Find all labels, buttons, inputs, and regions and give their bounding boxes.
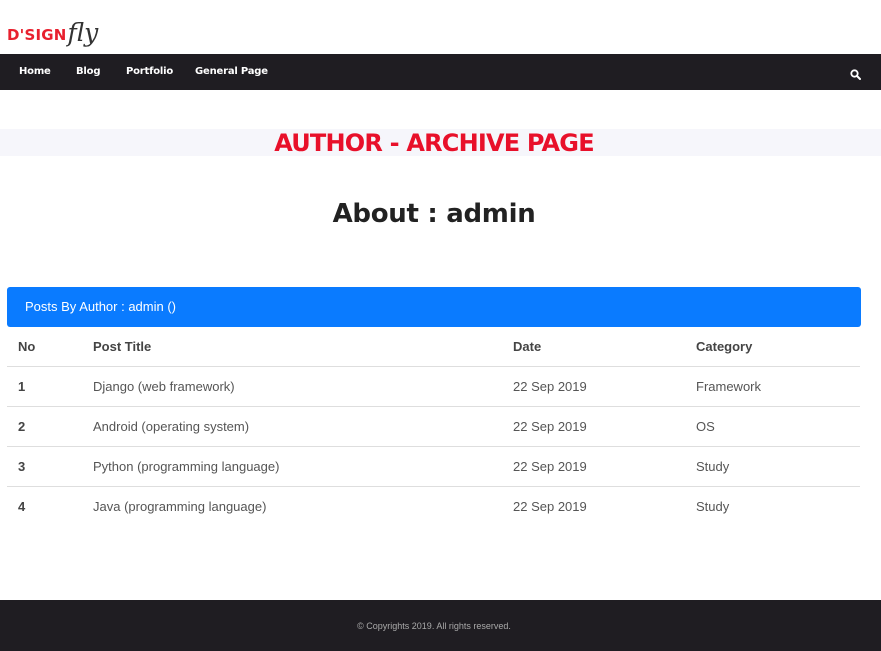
table-row: 4 Java (programming language) 22 Sep 201… xyxy=(7,487,860,527)
table-header-row: No Post Title Date Category xyxy=(7,327,860,367)
column-header-no: No xyxy=(18,339,36,354)
row-category: Study xyxy=(696,499,730,514)
row-number: 2 xyxy=(18,419,26,434)
posts-panel-header: Posts By Author : admin () xyxy=(7,287,861,327)
main-navbar: Home Blog Portfolio General Page xyxy=(0,54,881,90)
row-date: 22 Sep 2019 xyxy=(513,419,587,434)
row-category: Framework xyxy=(696,379,762,394)
column-header-title: Post Title xyxy=(93,339,152,354)
column-header-date: Date xyxy=(513,339,542,354)
copyright-text: © Copyrights 2019. All rights reserved. xyxy=(357,621,511,631)
logo-fly-text: fly xyxy=(67,18,99,47)
row-date: 22 Sep 2019 xyxy=(513,459,587,474)
row-date: 22 Sep 2019 xyxy=(513,379,587,394)
row-category: OS xyxy=(696,419,715,434)
page-title: AUTHOR - ARCHIVE PAGE xyxy=(274,129,594,157)
column-header-category: Category xyxy=(696,339,753,354)
site-logo[interactable]: D'SIGN fly xyxy=(7,11,99,47)
nav-item-blog[interactable]: Blog xyxy=(76,54,100,90)
table-row: 1 Django (web framework) 22 Sep 2019 Fra… xyxy=(7,367,860,407)
row-category: Study xyxy=(696,459,730,474)
row-date: 22 Sep 2019 xyxy=(513,499,587,514)
about-heading: About : admin xyxy=(332,199,536,229)
nav-item-portfolio[interactable]: Portfolio xyxy=(126,54,173,90)
row-post-title[interactable]: Android (operating system) xyxy=(93,407,249,447)
site-footer: © Copyrights 2019. All rights reserved. xyxy=(0,600,881,651)
nav-item-home[interactable]: Home xyxy=(19,54,51,90)
row-post-title[interactable]: Java (programming language) xyxy=(93,487,266,527)
posts-table: No Post Title Date Category 1 Django (we… xyxy=(7,327,860,527)
table-row: 2 Android (operating system) 22 Sep 2019… xyxy=(7,407,860,447)
nav-item-general-page[interactable]: General Page xyxy=(195,54,268,90)
site-header: D'SIGN fly xyxy=(0,0,881,54)
row-number: 4 xyxy=(18,499,26,514)
row-post-title[interactable]: Django (web framework) xyxy=(93,367,235,407)
logo-brand-text: D'SIGN xyxy=(7,26,67,44)
search-icon[interactable] xyxy=(850,67,861,80)
row-post-title[interactable]: Python (programming language) xyxy=(93,447,279,487)
row-number: 1 xyxy=(18,379,26,394)
row-number: 3 xyxy=(18,459,26,474)
table-row: 3 Python (programming language) 22 Sep 2… xyxy=(7,447,860,487)
